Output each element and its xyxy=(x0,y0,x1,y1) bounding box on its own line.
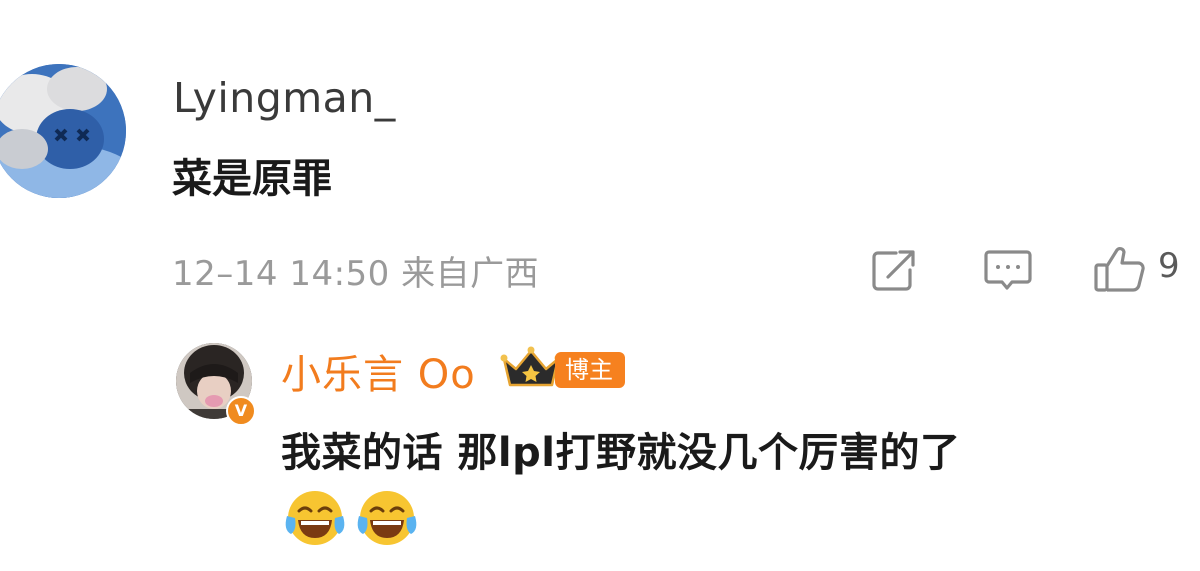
verified-v-icon: V xyxy=(226,396,256,426)
share-button[interactable] xyxy=(868,246,920,294)
comment-text: 菜是原罪 xyxy=(172,156,332,202)
share-icon xyxy=(872,250,915,291)
crown-icon xyxy=(500,345,562,391)
comment-icon xyxy=(984,250,1032,290)
commenter-username[interactable]: Lyingman_ xyxy=(173,74,396,122)
replier-username[interactable]: 小乐言 Oo xyxy=(281,342,476,400)
kaws-figure-avatar-icon xyxy=(0,64,126,198)
like-button[interactable]: 9 xyxy=(1092,244,1200,294)
comment-location: 来自广西 xyxy=(401,254,540,294)
comment-meta: 12–14 14:50 来自广西 xyxy=(172,246,539,295)
blogger-badge: 博主 xyxy=(555,352,625,388)
like-count: 9 xyxy=(1158,246,1180,286)
laughing-tears-emoji-icon xyxy=(355,486,419,550)
reply-text: 我菜的话 那lpl打野就没几个厉害的了 xyxy=(281,430,961,476)
laughing-tears-emoji-icon xyxy=(283,486,347,550)
reply-button[interactable] xyxy=(982,246,1034,294)
commenter-avatar[interactable] xyxy=(0,64,126,198)
thumbs-up-icon xyxy=(1094,247,1145,292)
comment-timestamp: 12–14 14:50 xyxy=(172,254,390,294)
